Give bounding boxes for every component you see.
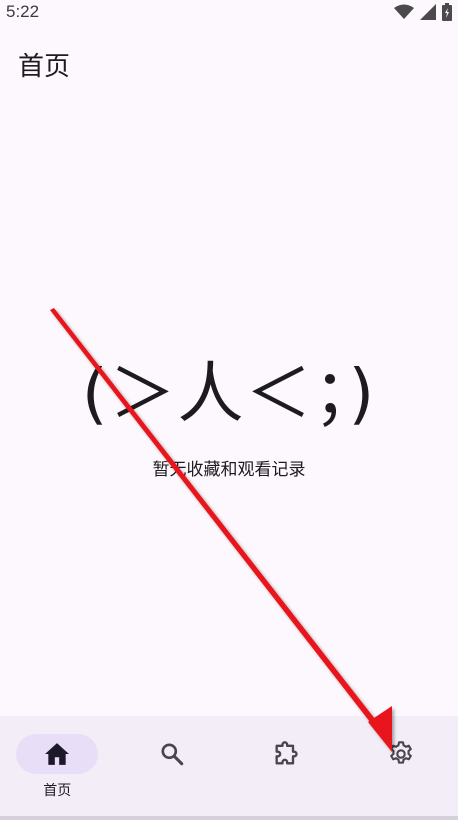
wifi-icon (394, 4, 414, 19)
search-icon (161, 743, 184, 766)
battery-icon (442, 3, 452, 21)
puzzle-icon (275, 741, 298, 765)
signal-icon (420, 4, 436, 20)
nav-extensions-container (245, 734, 327, 774)
gear-icon (389, 741, 412, 764)
empty-state-message: 暂无收藏和观看记录 (152, 460, 306, 480)
home-icon (45, 743, 70, 765)
gesture-bar (0, 816, 458, 820)
nav-settings-container (360, 734, 442, 774)
nav-search-container (131, 734, 213, 774)
status-icons (394, 3, 452, 21)
nav-item-settings[interactable] (344, 716, 458, 820)
status-bar: 5:22 (0, 0, 458, 24)
bottom-navigation: 首页 (0, 716, 458, 820)
page-title: 首页 (18, 52, 71, 82)
nav-label-home: 首页 (43, 783, 72, 799)
nav-item-home[interactable]: 首页 (0, 716, 115, 820)
nav-active-indicator (16, 734, 99, 774)
nav-item-search[interactable] (115, 716, 230, 820)
nav-item-extensions[interactable] (229, 716, 344, 820)
status-time: 5:22 (6, 2, 40, 21)
empty-state-kaomoji: (＞人＜；) (81, 355, 377, 432)
